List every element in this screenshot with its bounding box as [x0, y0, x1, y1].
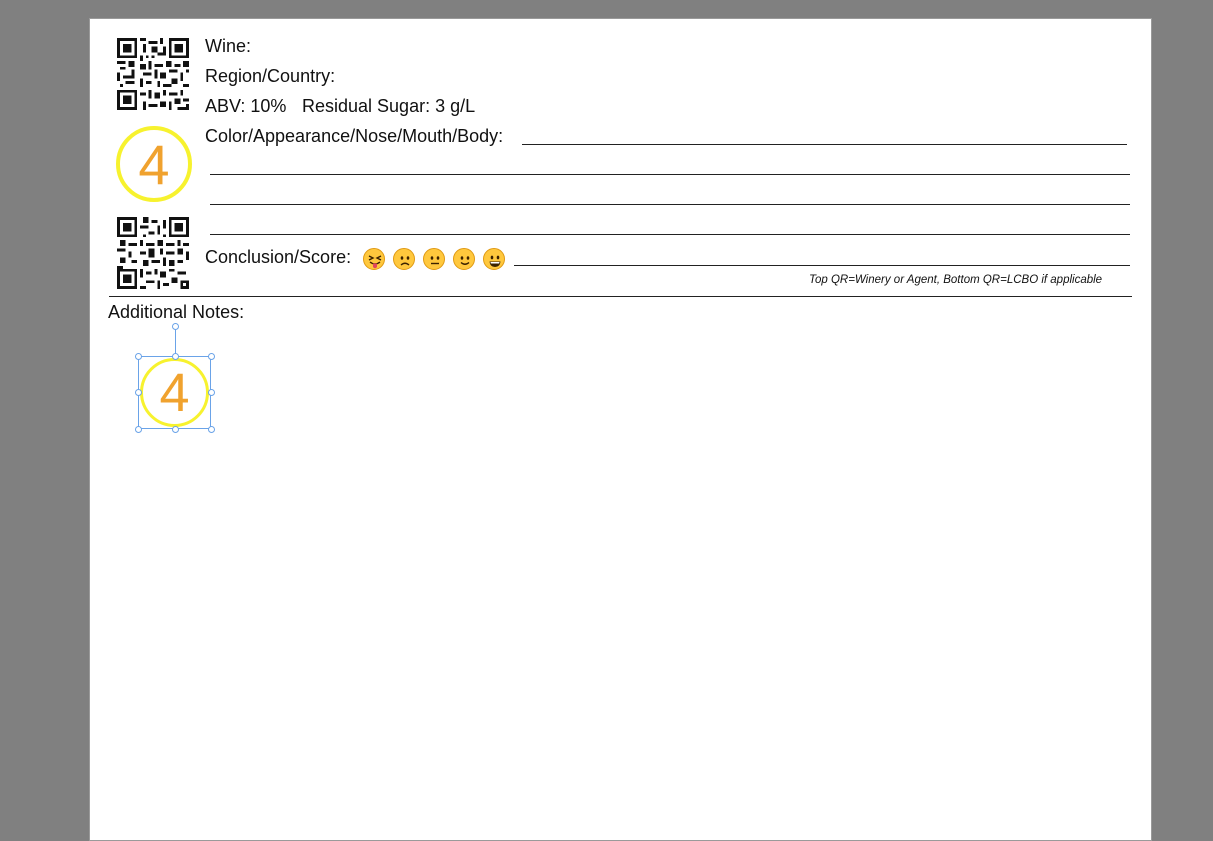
residual-sugar-label: Residual Sugar: 3 g/L: [302, 96, 476, 116]
resize-handle-bottom-right[interactable]: [207, 425, 215, 433]
tongue-out-face-icon[interactable]: [363, 248, 385, 270]
qr-footnote: Top QR=Winery or Agent, Bottom QR=LCBO i…: [809, 274, 1103, 286]
rotation-handle-stem: [175, 327, 176, 356]
rotate-handle[interactable]: [171, 322, 179, 330]
wine-field-label: Wine:: [205, 36, 252, 56]
tasting-notes-label: Color/Appearance/Nose/Mouth/Body:: [205, 126, 504, 146]
notes-writing-line: [210, 204, 1130, 205]
slightly-smiling-face-icon[interactable]: [453, 248, 475, 270]
notes-writing-line: [210, 174, 1130, 175]
resize-handle-left[interactable]: [134, 389, 142, 396]
score-writing-line: [514, 265, 1130, 266]
abv-field-label: ABV: 10%: [205, 96, 287, 116]
card-border-line: [109, 296, 1132, 297]
region-field-label: Region/Country:: [205, 66, 336, 86]
frowning-face-icon[interactable]: [393, 248, 415, 270]
selected-badge-image[interactable]: 4: [138, 356, 211, 429]
tasting-number-badge: 4: [116, 126, 192, 202]
document-page: 4 Wine: Region/Country: ABV: 10% Residua…: [89, 18, 1152, 841]
winery-qr-code: [117, 38, 189, 110]
neutral-face-icon[interactable]: [423, 248, 445, 270]
resize-handle-bottom[interactable]: [171, 425, 179, 433]
additional-notes-label: Additional Notes:: [108, 302, 245, 322]
notes-writing-line: [210, 234, 1130, 235]
resize-handle-top[interactable]: [171, 352, 179, 360]
resize-handle-top-right[interactable]: [207, 352, 215, 360]
resize-handle-bottom-left[interactable]: [134, 425, 142, 433]
score-field-label: Conclusion/Score:: [205, 247, 352, 267]
grinning-face-icon[interactable]: [483, 248, 505, 270]
badge-number: 4: [138, 132, 170, 196]
resize-handle-top-left[interactable]: [134, 352, 142, 360]
notes-writing-line: [522, 144, 1127, 145]
selection-frame: [138, 356, 211, 429]
lcbo-qr-code: [117, 217, 189, 289]
resize-handle-right[interactable]: [207, 389, 215, 396]
